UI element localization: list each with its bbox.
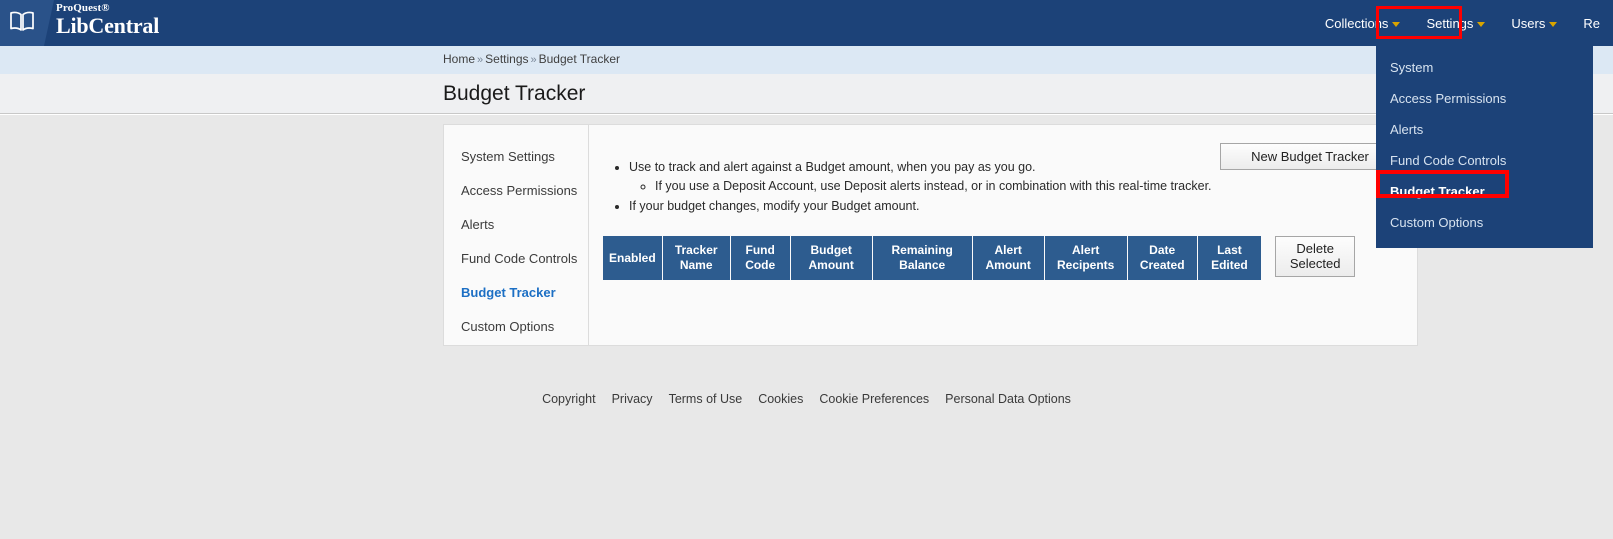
nav-label-collections: Collections <box>1324 15 1389 31</box>
nav-item-reports-truncated[interactable]: Re <box>1570 10 1613 37</box>
dropdown-item-access-permissions[interactable]: Access Permissions <box>1376 83 1593 114</box>
sidebar-item-custom-options[interactable]: Custom Options <box>461 319 588 334</box>
sidebar-item-alerts[interactable]: Alerts <box>461 217 588 232</box>
dropdown-item-budget-tracker[interactable]: Budget Tracker <box>1376 176 1593 207</box>
footer-link-cookie-preferences[interactable]: Cookie Preferences <box>819 392 929 406</box>
chevron-down-icon <box>1477 21 1486 27</box>
footer: Copyright Privacy Terms of Use Cookies Cooki… <box>0 392 1613 406</box>
column-header-date-created-line2: Created <box>1139 258 1185 272</box>
settings-main-pane: New Budget Tracker Use to track and aler… <box>589 125 1417 345</box>
breadcrumb-separator: » <box>530 54 537 66</box>
column-header-fund-code[interactable]: Fund Code <box>730 236 791 280</box>
column-header-enabled-line1: Enabled <box>609 250 656 265</box>
column-header-date-created[interactable]: Date Created <box>1127 236 1198 280</box>
sidebar-item-budget-tracker[interactable]: Budget Tracker <box>461 285 588 300</box>
column-header-tracker-name-line1: Tracker <box>674 243 718 258</box>
column-header-alert-amount[interactable]: Alert Amount <box>972 236 1045 280</box>
top-navigation: Collections Settings Users Re <box>1312 0 1613 46</box>
footer-link-terms-of-use[interactable]: Terms of Use <box>669 392 743 406</box>
nav-item-settings[interactable]: Settings <box>1413 10 1498 37</box>
nav-label-users: Users <box>1511 15 1546 31</box>
breadcrumb-band <box>0 46 1613 74</box>
column-header-alert-amount-line2: Amount <box>985 258 1031 272</box>
page-title: Budget Tracker <box>443 82 586 105</box>
column-header-remaining-balance-line1: Remaining <box>891 243 953 258</box>
nav-label-reports-truncated: Re <box>1583 15 1600 31</box>
dropdown-item-fund-code-controls[interactable]: Fund Code Controls <box>1376 145 1593 176</box>
column-header-tracker-name-line2: Name <box>679 258 713 272</box>
column-header-last-edited[interactable]: Last Edited <box>1197 236 1262 280</box>
column-header-fund-code-line2: Code <box>745 258 776 272</box>
column-header-last-edited-line2: Edited <box>1211 258 1248 272</box>
open-book-icon <box>10 11 34 31</box>
column-header-remaining-balance[interactable]: Remaining Balance <box>872 236 973 280</box>
breadcrumb-item-settings[interactable]: Settings <box>485 52 528 66</box>
delete-selected-button[interactable]: Delete Selected <box>1275 236 1356 277</box>
sidebar-item-fund-code-controls[interactable]: Fund Code Controls <box>461 251 588 266</box>
dropdown-item-custom-options[interactable]: Custom Options <box>1376 207 1593 238</box>
info-sub-bullet-1: If you use a Deposit Account, use Deposi… <box>655 177 1403 195</box>
column-header-budget-amount-line1: Budget <box>810 243 852 258</box>
column-header-remaining-balance-line2: Balance <box>899 258 946 272</box>
dropdown-item-alerts[interactable]: Alerts <box>1376 114 1593 145</box>
breadcrumb-item-budget-tracker[interactable]: Budget Tracker <box>539 52 620 66</box>
tracker-table-area: Enabled Tracker Name Fund Code Budget Am… <box>603 236 1356 280</box>
column-header-budget-amount-line2: Amount <box>808 258 854 272</box>
column-header-alert-amount-line1: Alert <box>994 243 1022 258</box>
chevron-down-icon <box>1392 21 1401 27</box>
column-header-tracker-name[interactable]: Tracker Name <box>662 236 731 280</box>
info-sub-list: If you use a Deposit Account, use Deposi… <box>629 177 1403 195</box>
info-bullet-2: If your budget changes, modify your Budg… <box>629 197 1403 215</box>
settings-sidebar: System Settings Access Permissions Alert… <box>444 125 589 345</box>
settings-dropdown-menu: System Access Permissions Alerts Fund Co… <box>1376 46 1593 248</box>
app-root: ProQuest® LibCentral Collections Setting… <box>0 0 1613 539</box>
footer-link-cookies[interactable]: Cookies <box>758 392 803 406</box>
footer-link-copyright[interactable]: Copyright <box>542 392 596 406</box>
new-budget-tracker-button[interactable]: New Budget Tracker <box>1220 143 1400 170</box>
page-title-band <box>0 74 1613 114</box>
breadcrumb: Home» Settings» Budget Tracker <box>443 52 620 66</box>
top-header-bar: ProQuest® LibCentral Collections Setting… <box>0 0 1613 46</box>
dropdown-item-system[interactable]: System <box>1376 52 1593 83</box>
nav-item-collections[interactable]: Collections <box>1312 10 1414 37</box>
breadcrumb-item-home[interactable]: Home <box>443 52 475 66</box>
column-header-alert-recipents[interactable]: Alert Recipents <box>1044 236 1128 280</box>
settings-card: System Settings Access Permissions Alert… <box>443 124 1418 346</box>
footer-link-privacy[interactable]: Privacy <box>612 392 653 406</box>
breadcrumb-separator: » <box>477 54 484 66</box>
sidebar-item-system-settings[interactable]: System Settings <box>461 149 588 164</box>
sidebar-item-access-permissions[interactable]: Access Permissions <box>461 183 588 198</box>
column-header-alert-recipents-line1: Alert <box>1072 243 1100 258</box>
chevron-down-icon <box>1549 21 1558 27</box>
logo-block[interactable] <box>0 0 54 46</box>
column-header-fund-code-line1: Fund <box>745 243 775 258</box>
column-header-budget-amount[interactable]: Budget Amount <box>790 236 873 280</box>
budget-tracker-table: Enabled Tracker Name Fund Code Budget Am… <box>603 236 1262 280</box>
nav-item-users[interactable]: Users <box>1498 10 1570 37</box>
footer-link-personal-data-options[interactable]: Personal Data Options <box>945 392 1071 406</box>
nav-label-settings: Settings <box>1426 15 1474 31</box>
column-header-alert-recipents-line2: Recipents <box>1057 258 1115 272</box>
brand-logo[interactable]: ProQuest® LibCentral <box>56 3 159 37</box>
table-header-row: Enabled Tracker Name Fund Code Budget Am… <box>603 236 1262 280</box>
column-header-last-edited-line1: Last <box>1217 243 1242 258</box>
info-bullet-1-text: Use to track and alert against a Budget … <box>629 160 1036 174</box>
column-header-enabled[interactable]: Enabled <box>603 236 663 280</box>
table-header: Enabled Tracker Name Fund Code Budget Am… <box>603 236 1262 280</box>
brand-name: LibCentral <box>56 13 160 38</box>
column-header-date-created-line1: Date <box>1149 243 1176 258</box>
